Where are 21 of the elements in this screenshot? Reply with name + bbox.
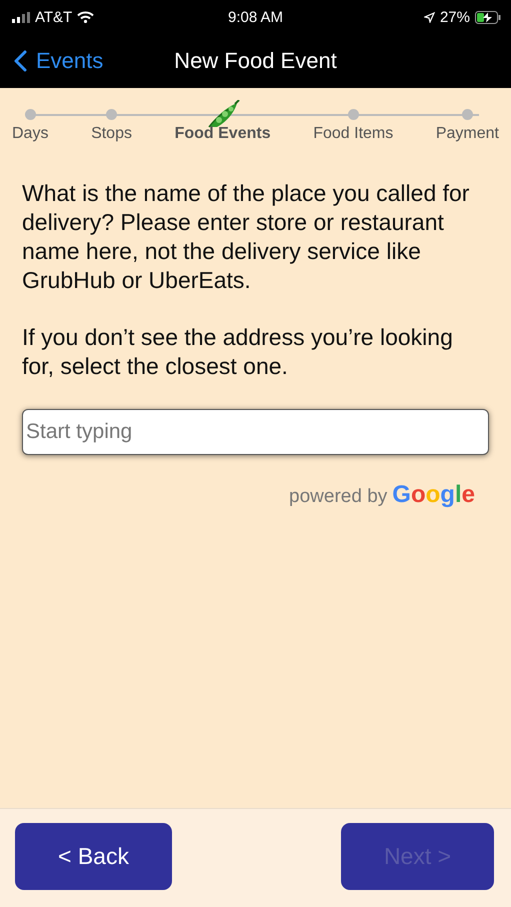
search-field[interactable]: Start typing (22, 409, 489, 455)
battery-charging-icon (475, 10, 501, 24)
nav-button[interactable]: < Back (15, 823, 172, 890)
powered-by-text: powered by (289, 486, 388, 508)
battery-percent: 27% (440, 8, 470, 26)
wifi-icon (77, 11, 94, 23)
status-time: 9:08 AM (228, 8, 284, 26)
brand-logo: Google (392, 481, 475, 509)
signal-icon (12, 12, 30, 22)
step-tab[interactable]: Stops (91, 125, 132, 143)
step-tab[interactable]: Food Events (174, 125, 271, 143)
carrier-name: AT&T (35, 8, 72, 26)
chevron-left-icon (14, 50, 27, 72)
hint-text: If you don’t see the address you’re looking for, select the closest one. (22, 323, 454, 381)
step-tab[interactable]: Food Items (313, 125, 394, 143)
screen-title: New Food Event (174, 48, 337, 74)
back-link[interactable]: Events (0, 48, 104, 74)
prompt-text: What is the name of the place you called for delivery? Please enter store or restaurant name here, not the delivery service like GrubHub or UberEats. (22, 179, 470, 295)
location-arrow-icon (424, 12, 435, 22)
step-tab[interactable]: Days (12, 125, 48, 143)
step-tab[interactable]: Payment (436, 125, 499, 143)
